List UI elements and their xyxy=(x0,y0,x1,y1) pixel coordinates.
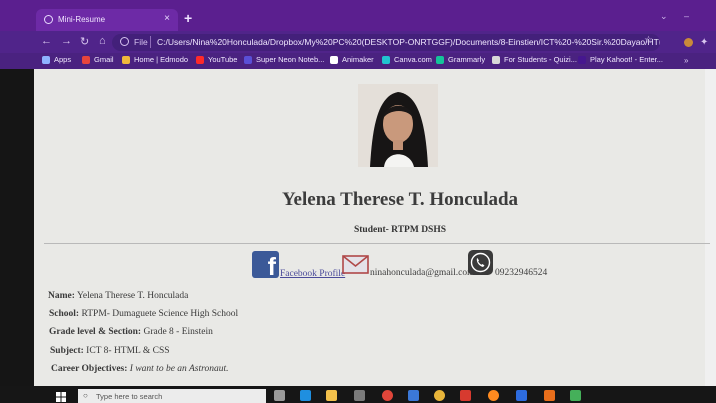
mail-icon xyxy=(342,255,369,274)
chrome-icon[interactable] xyxy=(434,390,445,401)
detail-row: Career Objectives: I want to be an Astro… xyxy=(51,364,229,374)
close-icon[interactable]: × xyxy=(164,13,170,24)
detail-label: Subject: xyxy=(50,346,84,356)
windows-start-icon[interactable] xyxy=(56,392,66,402)
detail-label: Name: xyxy=(48,291,75,301)
bookmark-item[interactable]: YouTube xyxy=(196,55,237,67)
bookmark-icon xyxy=(382,56,390,65)
bookmark-label: Super Neon Noteb... xyxy=(256,55,325,64)
new-tab-button[interactable]: + xyxy=(184,10,192,26)
minimize-icon[interactable]: ⌄ xyxy=(660,11,668,22)
bookmark-icon xyxy=(244,56,252,65)
bookmark-label: YouTube xyxy=(208,55,238,64)
address-divider xyxy=(150,36,151,48)
bookmark-item[interactable]: Play Kahoot! - Enter... xyxy=(578,55,663,67)
store-icon[interactable] xyxy=(354,390,365,401)
address-bar[interactable]: File C:/Users/Nina%20Honculada/Dropbox/M… xyxy=(112,34,660,51)
bookmarks-overflow-icon[interactable]: » xyxy=(684,56,688,65)
page-title: Yelena Therese T. Honculada xyxy=(281,189,519,210)
bookmark-item[interactable]: Canva.com xyxy=(382,55,432,67)
taskbar-search[interactable]: ○ Type here to search xyxy=(78,389,266,403)
bookmark-icon xyxy=(492,56,500,65)
bookmark-icon xyxy=(330,56,338,65)
email-address: ninahonculada@gmail.com xyxy=(370,268,475,278)
bookmark-star-icon[interactable]: ☆ xyxy=(644,35,653,46)
app-orange-icon[interactable] xyxy=(544,390,555,401)
mail-icon[interactable] xyxy=(408,390,419,401)
bookmark-item[interactable]: Apps xyxy=(42,55,71,67)
bookmark-icon xyxy=(196,56,204,65)
tab-title: Mini-Resume xyxy=(58,15,106,24)
bookmark-icon xyxy=(122,56,130,65)
page-edge xyxy=(705,69,716,403)
edge-icon[interactable] xyxy=(300,390,311,401)
bookmark-label: Home | Edmodo xyxy=(134,55,189,64)
bookmark-item[interactable]: Animaker xyxy=(330,55,374,67)
back-button[interactable]: ← xyxy=(41,35,52,47)
home-button[interactable]: ⌂ xyxy=(99,35,106,47)
profile-photo xyxy=(358,84,438,167)
forward-button[interactable]: → xyxy=(61,35,72,47)
bookmark-item[interactable]: Home | Edmodo xyxy=(122,55,188,67)
page-subtitle: Student- RTPM DSHS xyxy=(353,225,447,235)
facebook-icon[interactable]: f xyxy=(252,251,279,278)
restore-icon[interactable]: – xyxy=(684,11,689,21)
detail-row: School: RTPM- Dumaguete Science High Sch… xyxy=(49,309,238,319)
bookmark-item[interactable]: For Students - Quizi... xyxy=(492,55,577,67)
divider xyxy=(44,243,710,244)
puzzle-icon[interactable]: ✦ xyxy=(700,37,708,48)
chrome-active-icon[interactable] xyxy=(382,390,393,401)
detail-value: Grade 8 - Einstein xyxy=(143,327,213,337)
search-placeholder: Type here to search xyxy=(96,392,163,401)
bookmark-item[interactable]: Gmail xyxy=(82,55,114,67)
detail-row: Grade level & Section: Grade 8 - Einstei… xyxy=(49,327,213,337)
bookmark-label: Gmail xyxy=(94,55,114,64)
globe-icon xyxy=(44,15,53,24)
bookmark-item[interactable]: Super Neon Noteb... xyxy=(244,55,324,67)
facebook-profile-link[interactable]: Facebook Profile xyxy=(280,269,345,279)
phone-icon xyxy=(468,250,493,275)
detail-value: Yelena Therese T. Honculada xyxy=(76,291,189,301)
detail-row: Subject: ICT 8- HTML & CSS xyxy=(50,346,170,356)
bookmark-item[interactable]: Grammarly xyxy=(436,55,485,67)
tab-mini-resume[interactable]: Mini-Resume × xyxy=(36,9,178,31)
bookmark-label: Grammarly xyxy=(448,55,486,64)
address-scheme: File xyxy=(134,37,148,47)
bookmark-label: Apps xyxy=(54,55,72,64)
bookmark-label: Canva.com xyxy=(394,55,432,64)
firefox-icon[interactable] xyxy=(488,390,499,401)
address-url[interactable]: C:/Users/Nina%20Honculada/Dropbox/My%20P… xyxy=(157,37,660,47)
app-red-icon[interactable] xyxy=(460,390,471,401)
bookmark-label: For Students - Quizi... xyxy=(504,55,577,64)
bookmark-label: Animaker xyxy=(342,55,374,64)
bookmark-icon xyxy=(42,56,50,65)
bookmark-icon xyxy=(436,56,444,65)
file-explorer-icon[interactable] xyxy=(326,390,337,401)
detail-label: Career Objectives: xyxy=(51,364,128,374)
detail-value: I want to be an Astronaut. xyxy=(129,364,229,374)
detail-row: Name: Yelena Therese T. Honculada xyxy=(48,291,188,301)
detail-label: School: xyxy=(49,309,80,319)
app-green-icon[interactable] xyxy=(570,390,581,401)
task-view-icon[interactable] xyxy=(274,390,285,401)
bookmark-label: Play Kahoot! - Enter... xyxy=(590,55,663,64)
bookmark-icon xyxy=(578,56,586,65)
search-icon: ○ xyxy=(83,391,88,400)
bookmark-icon xyxy=(82,56,90,65)
app-blue-icon[interactable] xyxy=(516,390,527,401)
info-icon[interactable] xyxy=(120,37,129,46)
detail-label: Grade level & Section: xyxy=(49,327,142,337)
reload-button[interactable]: ↻ xyxy=(80,35,89,48)
extension-icon[interactable] xyxy=(684,38,693,47)
detail-value: RTPM- Dumaguete Science High School xyxy=(81,309,239,319)
phone-number: 09232946524 xyxy=(495,268,548,278)
detail-value: ICT 8- HTML & CSS xyxy=(86,346,170,356)
